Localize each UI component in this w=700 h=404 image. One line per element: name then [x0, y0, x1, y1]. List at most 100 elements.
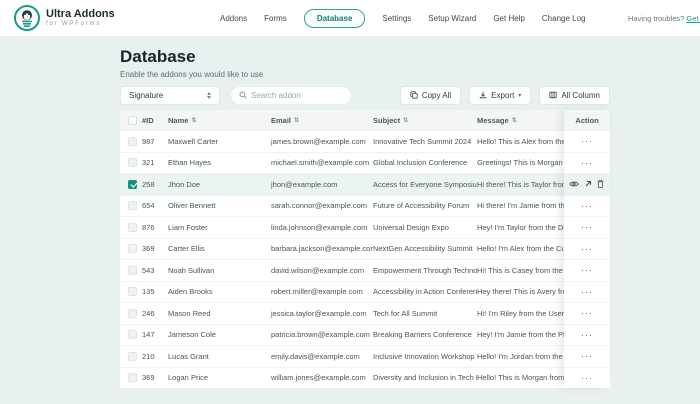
main-nav: Addons Forms Database Settings Setup Wiz… [220, 0, 586, 37]
action-cell: ··· [564, 345, 610, 367]
row-checkbox[interactable] [128, 201, 137, 210]
row-checkbox[interactable] [128, 330, 137, 339]
cell-id: 369 [142, 244, 168, 253]
cell-email: michael.smith@example.com [271, 158, 373, 167]
brand-logo: Ultra Addons for WPForms [14, 5, 115, 31]
open-external-icon[interactable] [583, 180, 592, 189]
more-actions-button[interactable]: ··· [581, 375, 593, 381]
table-row[interactable]: 654 Oliver Bennett sarah.connor@example.… [120, 195, 610, 217]
more-actions-button[interactable]: ··· [581, 203, 593, 209]
table-row[interactable]: 369 Logan Price william.jones@example.co… [120, 367, 610, 389]
table-row[interactable]: 147 Jameson Cole patricia.brown@example.… [120, 324, 610, 346]
select-caret-icon [207, 92, 211, 99]
more-actions-button[interactable]: ··· [581, 246, 593, 252]
action-cell: ··· [564, 281, 610, 303]
export-button[interactable]: Export ▾ [469, 86, 531, 105]
table-row[interactable]: 135 Aiden Brooks robert.miller@example.c… [120, 281, 610, 303]
cell-name: Noah Sullivan [168, 266, 271, 275]
cell-name: Maxwell Carter [168, 137, 271, 146]
cell-name: Jhon Doe [168, 180, 271, 189]
row-checkbox[interactable] [128, 244, 137, 253]
cell-email: robert.miller@example.com [271, 287, 373, 296]
table-row[interactable]: 321 Ethan Hayes michael.smith@example.co… [120, 152, 610, 174]
more-actions-button[interactable]: ··· [581, 310, 593, 316]
more-actions-button[interactable]: ··· [581, 138, 593, 144]
row-checkbox[interactable] [128, 309, 137, 318]
more-actions-button[interactable]: ··· [581, 353, 593, 359]
cell-subject: Accessibility in Action Conference [373, 287, 477, 296]
table-row[interactable]: 876 Liam Foster linda.johnson@example.co… [120, 216, 610, 238]
table-row[interactable]: 987 Maxwell Carter james.brown@example.c… [120, 130, 610, 152]
cell-id: 210 [142, 352, 168, 361]
action-cell [564, 173, 610, 195]
cell-name: Mason Reed [168, 309, 271, 318]
search-input[interactable] [251, 91, 343, 100]
nav-item[interactable]: Addons [220, 14, 247, 23]
signature-filter-select[interactable]: Signature [120, 86, 220, 105]
nav-item[interactable]: Database [304, 9, 366, 28]
search-icon [239, 91, 247, 99]
nav-item[interactable]: Change Log [542, 14, 586, 23]
cell-email: william.jones@example.com [271, 373, 373, 382]
nav-item[interactable]: Forms [264, 14, 287, 23]
cell-subject: Global Inclusion Conference [373, 158, 477, 167]
cell-id: 369 [142, 373, 168, 382]
cell-subject: Tech for All Summit [373, 309, 477, 318]
copy-all-label: Copy All [422, 91, 451, 100]
top-bar: Ultra Addons for WPForms Addons Forms Da… [0, 0, 700, 37]
page-title: Database [120, 47, 196, 67]
nav-item[interactable]: Setup Wizard [428, 14, 476, 23]
row-checkbox[interactable] [128, 352, 137, 361]
nav-item[interactable]: Settings [382, 14, 411, 23]
cell-email: emily.davis@example.com [271, 352, 373, 361]
row-checkbox[interactable] [128, 180, 137, 189]
table-toolbar: Signature Copy All Export ▾ [120, 85, 610, 105]
cell-email: patricia.brown@example.com [271, 330, 373, 339]
cell-id: 987 [142, 137, 168, 146]
more-actions-button[interactable]: ··· [581, 160, 593, 166]
more-actions-button[interactable]: ··· [581, 267, 593, 273]
cell-name: Oliver Bennett [168, 201, 271, 210]
copy-all-button[interactable]: Copy All [400, 86, 461, 105]
row-checkbox[interactable] [128, 287, 137, 296]
column-header-action: Action [564, 110, 610, 130]
action-cell: ··· [564, 130, 610, 152]
cell-name: Aiden Brooks [168, 287, 271, 296]
cell-subject: NextGen Accessibility Summit [373, 244, 477, 253]
columns-icon [549, 91, 557, 99]
delete-trash-icon[interactable] [596, 179, 605, 189]
table-body: 987 Maxwell Carter james.brown@example.c… [120, 130, 610, 388]
table-row[interactable]: 543 Noah Sullivan david.wilson@example.c… [120, 259, 610, 281]
help-text: Having troubles? Get help [628, 14, 700, 23]
cell-id: 543 [142, 266, 168, 275]
table-row[interactable]: 246 Mason Reed jessica.taylor@example.co… [120, 302, 610, 324]
more-actions-button[interactable]: ··· [581, 332, 593, 338]
cell-name: Lucas Grant [168, 352, 271, 361]
more-actions-button[interactable]: ··· [581, 289, 593, 295]
cell-name: Liam Foster [168, 223, 271, 232]
action-cell: ··· [564, 324, 610, 346]
view-eye-icon[interactable] [569, 179, 579, 189]
all-column-button[interactable]: All Column [539, 86, 610, 105]
cell-email: david.wilson@example.com [271, 266, 373, 275]
table-row[interactable]: 369 Carter Ellis barbara.jackson@example… [120, 238, 610, 260]
penguin-logo-icon [14, 5, 40, 31]
more-actions-button[interactable]: ··· [581, 224, 593, 230]
cell-email: sarah.connor@example.com [271, 201, 373, 210]
get-help-link[interactable]: Get help [686, 14, 700, 23]
table-row[interactable]: 258 Jhon Doe jhon@example.com Access for… [120, 173, 610, 195]
action-cell: ··· [564, 195, 610, 217]
row-checkbox[interactable] [128, 373, 137, 382]
row-checkbox[interactable] [128, 223, 137, 232]
cell-subject: Breaking Barriers Conference [373, 330, 477, 339]
table-row[interactable]: 210 Lucas Grant emily.davis@example.com … [120, 345, 610, 367]
search-box [230, 86, 352, 105]
row-checkbox[interactable] [128, 137, 137, 146]
nav-item[interactable]: Get Help [493, 14, 525, 23]
download-icon [479, 91, 487, 99]
row-checkbox[interactable] [128, 266, 137, 275]
row-checkbox[interactable] [128, 158, 137, 167]
having-troubles-label: Having troubles? [628, 14, 684, 23]
select-all-checkbox[interactable] [128, 116, 137, 125]
cell-email: jhon@example.com [271, 180, 373, 189]
